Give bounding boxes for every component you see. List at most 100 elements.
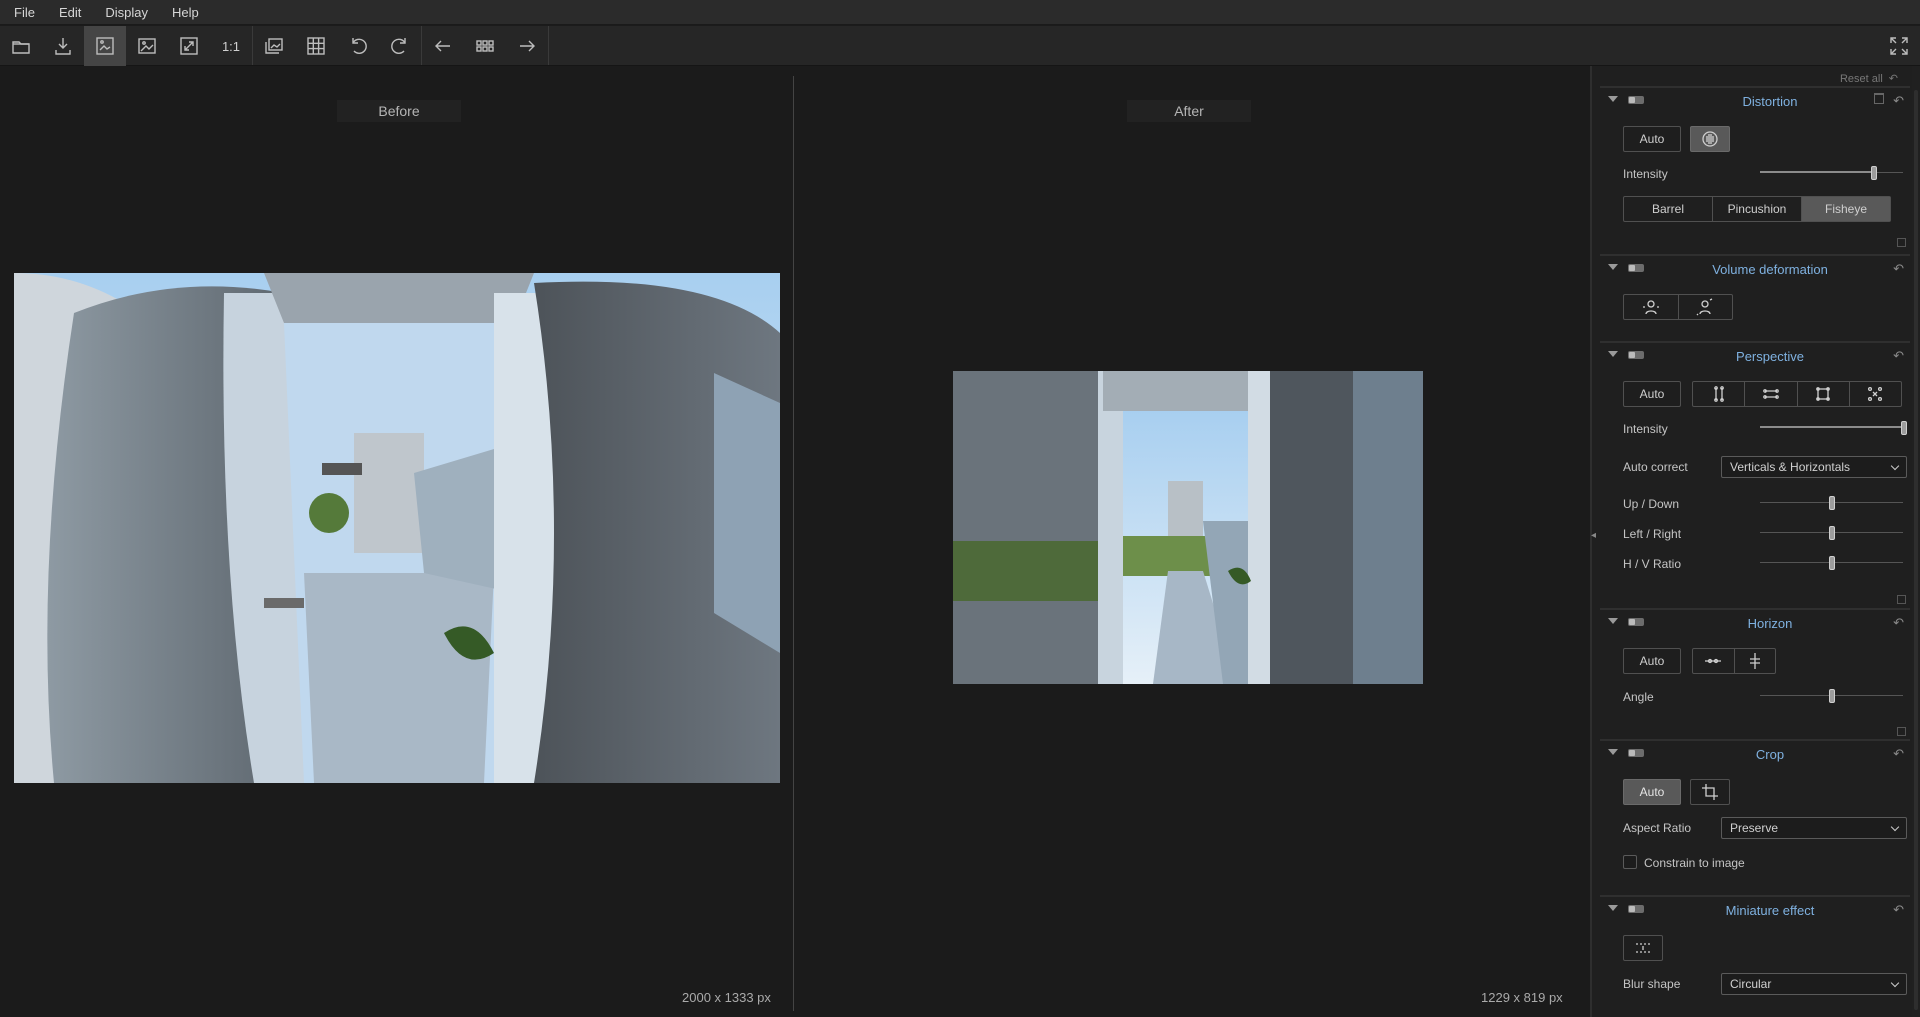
collapse-arrow-icon[interactable] [1608,96,1618,102]
panel-scrollbar-thumb[interactable] [1914,90,1918,1010]
horizontal-level-button[interactable] [1693,649,1735,673]
perspective-auto-button[interactable]: Auto [1623,381,1681,407]
distortion-intensity-label: Intensity [1623,167,1668,181]
horizon-header[interactable]: Horizon ↶ [1600,610,1910,636]
export-button[interactable] [42,26,84,66]
volume-header[interactable]: Volume deformation ↶ [1600,256,1910,282]
hv-ratio-slider[interactable] [1760,556,1903,570]
reset-section-icon[interactable]: ↶ [1893,615,1904,631]
blur-shape-dropdown[interactable]: Circular [1721,973,1907,995]
horizon-section: Horizon ↶ Auto Angle [1600,608,1910,739]
rotate-right-button[interactable] [379,26,421,66]
previous-image-button[interactable] [422,26,464,66]
miniature-mode-button[interactable] [1623,935,1663,961]
horizontal-lines-button[interactable] [1745,382,1798,406]
menu-display[interactable]: Display [93,0,160,25]
fit-screen-button[interactable] [168,26,210,66]
perspective-intensity-slider[interactable] [1760,421,1907,435]
zoom-100-button[interactable]: 1:1 [210,26,252,66]
eight-points-button[interactable] [1850,382,1901,406]
single-view-button[interactable] [126,26,168,66]
menu-edit[interactable]: Edit [47,0,93,25]
angle-slider[interactable] [1760,689,1903,703]
collapse-arrow-icon[interactable] [1608,618,1618,624]
miniature-header[interactable]: Miniature effect ↶ [1600,897,1910,923]
collapse-arrow-icon[interactable] [1608,749,1618,755]
browser-button[interactable] [464,26,506,66]
before-label: Before [337,100,461,122]
collapse-box-icon[interactable] [1897,595,1906,604]
rotate-left-button[interactable] [337,26,379,66]
chevron-down-icon [1890,978,1900,988]
fisheye-button[interactable]: Fisheye [1802,197,1890,221]
open-folder-button[interactable] [0,26,42,66]
reset-section-icon[interactable]: ↶ [1893,746,1904,762]
trash-icon[interactable] [1874,93,1884,104]
lens-profile-button[interactable] [1690,126,1730,152]
distortion-intensity-slider[interactable] [1760,166,1903,180]
reset-all-button[interactable]: Reset all ↶ [1839,72,1898,86]
reset-section-icon[interactable]: ↶ [1893,348,1904,364]
reset-section-icon[interactable]: ↶ [1893,93,1904,109]
distortion-header[interactable]: Distortion ↶ [1600,88,1910,114]
leftright-slider[interactable] [1760,526,1903,540]
barrel-button[interactable]: Barrel [1624,197,1713,221]
reset-section-icon[interactable]: ↶ [1893,902,1904,918]
aspect-ratio-value: Preserve [1730,821,1779,835]
distortion-enable-toggle[interactable] [1628,96,1644,104]
vertical-level-button[interactable] [1735,649,1776,673]
auto-correct-dropdown[interactable]: Verticals & Horizontals [1721,456,1907,478]
split-image-icon [96,37,114,55]
perspective-header[interactable]: Perspective ↶ [1600,343,1910,369]
volume-title: Volume deformation [1712,262,1828,277]
miniature-enable-toggle[interactable] [1628,905,1644,913]
collapse-arrow-icon[interactable] [1608,264,1618,270]
menu-file[interactable]: File [0,0,47,25]
crop-header[interactable]: Crop ↶ [1600,741,1910,767]
pincushion-button[interactable]: Pincushion [1713,197,1802,221]
perspective-enable-toggle[interactable] [1628,351,1644,359]
aspect-ratio-dropdown[interactable]: Preserve [1721,817,1907,839]
volume-horizontal-button[interactable] [1624,295,1679,319]
manual-crop-button[interactable] [1690,779,1730,805]
grid-button[interactable] [295,26,337,66]
horizon-mode-selector[interactable] [1692,648,1776,674]
distortion-mode-selector[interactable]: Barrel Pincushion Fisheye [1623,196,1891,222]
reset-section-icon[interactable]: ↶ [1893,261,1904,277]
constrain-checkbox[interactable] [1623,855,1637,869]
rectangle-button[interactable] [1798,382,1850,406]
volume-diagonal-button[interactable] [1679,295,1733,319]
collapse-box-icon[interactable] [1897,727,1906,736]
split-view-button[interactable] [84,26,126,66]
compare-divider[interactable] [793,76,794,1011]
collapse-arrow-icon[interactable] [1608,351,1618,357]
person-horizontal-icon [1642,300,1659,315]
next-image-button[interactable] [506,26,548,66]
horizon-auto-button[interactable]: Auto [1623,648,1681,674]
perspective-title: Perspective [1736,349,1804,364]
vertical-lines-icon [1713,386,1724,402]
volume-mode-selector[interactable] [1623,294,1733,320]
panel-collapse-handle[interactable]: ◂ [1591,530,1599,550]
perspective-mode-selector[interactable] [1692,381,1902,407]
collapse-arrow-icon[interactable] [1608,905,1618,911]
after-label: After [1127,100,1251,122]
reset-all-label: Reset all [1839,72,1883,85]
crop-auto-button[interactable]: Auto [1623,779,1681,805]
after-image[interactable] [953,371,1423,684]
angle-label: Angle [1623,690,1654,704]
vertical-lines-button[interactable] [1693,382,1746,406]
download-icon [55,38,71,55]
collapse-box-icon[interactable] [1897,238,1906,247]
horizon-enable-toggle[interactable] [1628,618,1644,626]
fullscreen-button[interactable] [1878,26,1920,66]
updown-slider[interactable] [1760,496,1903,510]
correction-panel: Reset all ↶ Distortion ↶ Auto Intensity … [1590,66,1920,1017]
menu-help[interactable]: Help [160,0,211,25]
before-image[interactable] [14,273,780,783]
compare-button[interactable] [253,26,295,66]
crop-enable-toggle[interactable] [1628,749,1644,757]
volume-enable-toggle[interactable] [1628,264,1644,272]
expand-icon [180,37,198,55]
distortion-auto-button[interactable]: Auto [1623,126,1681,152]
